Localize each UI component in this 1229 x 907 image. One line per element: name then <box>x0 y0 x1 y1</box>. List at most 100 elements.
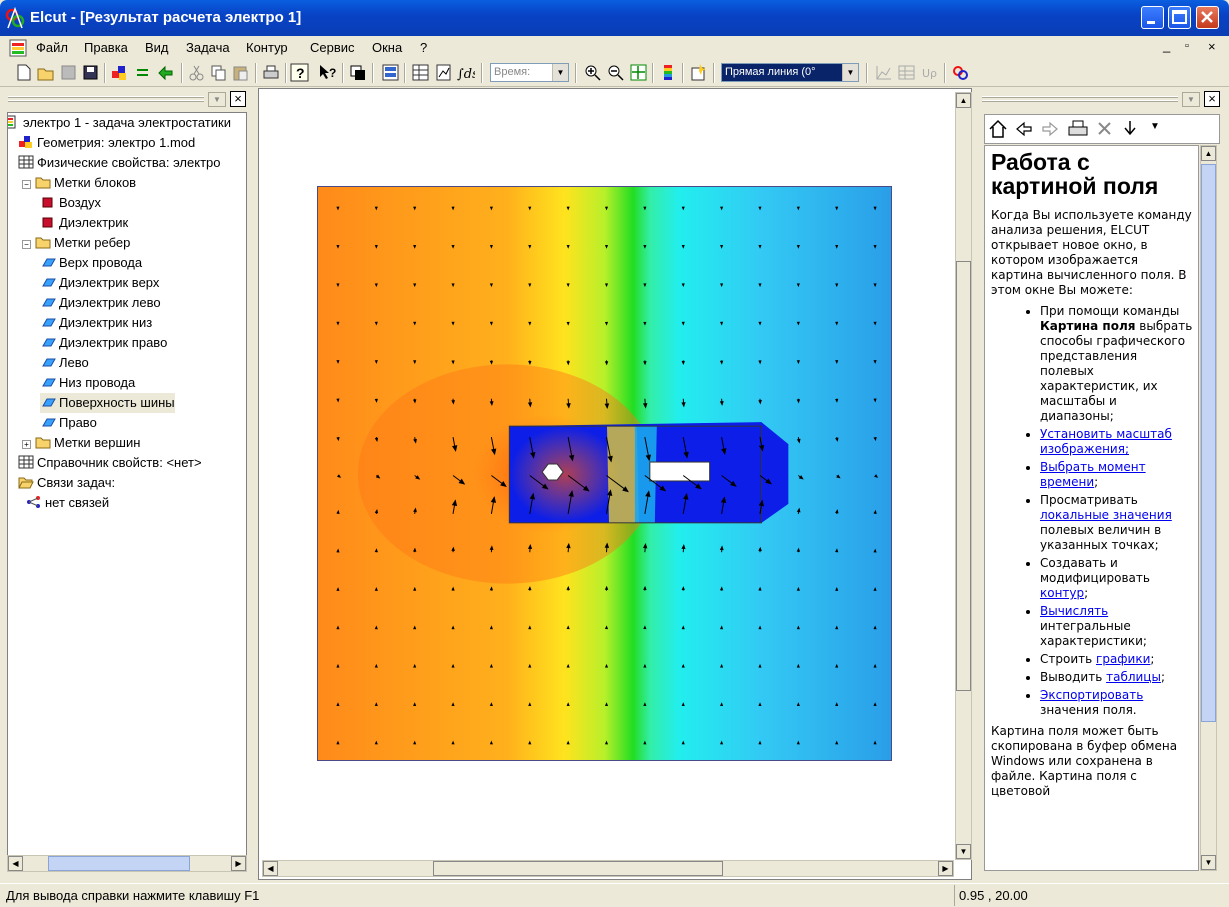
scroll-left-arrow[interactable]: ◀ <box>263 861 278 876</box>
tree-toggle-icon[interactable]: + <box>22 440 31 449</box>
tree-item[interactable]: Диэлектрик низ <box>40 313 152 333</box>
menu-view[interactable]: Вид <box>145 40 169 55</box>
table-icon[interactable] <box>411 63 430 82</box>
paste-icon[interactable] <box>231 63 250 82</box>
mdi-minimize-button[interactable]: _ <box>1163 38 1170 53</box>
tree-item[interactable]: − Метки ребер <box>22 233 130 253</box>
add-contour-icon[interactable] <box>689 63 708 82</box>
tree-item[interactable]: Диэлектрик <box>40 213 128 233</box>
help-icon[interactable]: ? <box>290 63 309 82</box>
help-link[interactable]: Установить масштаб изображения; <box>1040 427 1172 456</box>
chevron-down-icon[interactable]: ▼ <box>552 64 568 81</box>
panel-menu-button[interactable]: ▼ <box>1182 92 1200 107</box>
scroll-left-arrow[interactable]: ◀ <box>8 856 23 871</box>
scroll-up-arrow[interactable]: ▲ <box>1201 146 1216 161</box>
tree-item[interactable]: Воздух <box>40 193 101 213</box>
tree-item[interactable]: Геометрия: электро 1.mod <box>18 133 195 153</box>
tree-item[interactable]: нет связей <box>26 493 109 513</box>
help-link[interactable]: Экспортировать <box>1040 688 1143 702</box>
windows-icon[interactable] <box>348 63 367 82</box>
plot-icon[interactable] <box>434 63 453 82</box>
scroll-thumb[interactable] <box>48 856 190 871</box>
open-folder-icon[interactable] <box>36 63 55 82</box>
chevron-down-icon[interactable]: ▼ <box>1150 121 1160 132</box>
menu-windows[interactable]: Окна <box>372 40 402 55</box>
maximize-button[interactable] <box>1168 6 1191 29</box>
scroll-right-arrow[interactable]: ▶ <box>231 856 246 871</box>
menu-problem[interactable]: Задача <box>186 40 230 55</box>
tree-horizontal-scrollbar[interactable]: ◀ ▶ <box>7 855 247 872</box>
color-map-icon[interactable] <box>659 63 678 82</box>
back-icon[interactable] <box>1015 119 1033 139</box>
minimize-button[interactable] <box>1141 6 1164 29</box>
panel-close-button[interactable]: × <box>1204 91 1220 107</box>
stop-icon[interactable] <box>1096 119 1114 139</box>
print-icon[interactable] <box>1067 119 1089 139</box>
time-select[interactable]: Время: ▼ <box>490 63 569 82</box>
scroll-up-arrow[interactable]: ▲ <box>956 93 971 108</box>
view-vertical-scrollbar[interactable]: ▲ ▼ <box>955 92 972 860</box>
tree-item[interactable]: электро 1 - задача электростатики <box>8 113 231 133</box>
tree-item[interactable]: + Метки вершин <box>22 433 140 453</box>
elcut-logo-icon[interactable] <box>5 7 25 29</box>
tree-item[interactable]: Лево <box>40 353 89 373</box>
download-icon[interactable] <box>1121 119 1139 139</box>
menu-contour[interactable]: Контур <box>246 40 288 55</box>
tree-item[interactable]: Низ провода <box>40 373 135 393</box>
view-horizontal-scrollbar[interactable]: ◀ ▶ <box>262 860 954 877</box>
integral-disabled-icon[interactable]: Uρ <box>921 63 940 82</box>
help-link[interactable]: Вычислять <box>1040 604 1108 618</box>
menu-edit[interactable]: Правка <box>84 40 128 55</box>
help-link[interactable]: таблицы <box>1106 670 1161 684</box>
context-help-icon[interactable]: ? <box>318 63 337 82</box>
elcut-help-icon[interactable] <box>951 63 970 82</box>
field-picture-icon[interactable] <box>381 63 400 82</box>
scroll-right-arrow[interactable]: ▶ <box>938 861 953 876</box>
tree-item[interactable]: Диэлектрик лево <box>40 293 161 313</box>
cut-icon[interactable] <box>187 63 206 82</box>
tree-toggle-icon[interactable]: − <box>22 180 31 189</box>
help-link[interactable]: Выбрать момент времени <box>1040 460 1146 489</box>
zoom-out-icon[interactable] <box>606 63 625 82</box>
scroll-down-arrow[interactable]: ▼ <box>956 844 971 859</box>
plot-disabled-icon[interactable] <box>874 63 893 82</box>
field-picture[interactable] <box>317 186 892 761</box>
save-disabled-icon[interactable] <box>59 63 78 82</box>
tree-item[interactable]: Физические свойства: электро <box>18 153 221 173</box>
tree-item[interactable]: Поверхность шины <box>40 393 175 413</box>
field-view[interactable]: ▲ ▼ ◀ ▶ <box>258 88 972 880</box>
print-icon[interactable] <box>261 63 280 82</box>
new-file-icon[interactable] <box>14 63 33 82</box>
tree-item[interactable]: Диэлектрик верх <box>40 273 159 293</box>
tree-item[interactable]: Верх провода <box>40 253 142 273</box>
tree-item[interactable]: − Метки блоков <box>22 173 136 193</box>
menu-service[interactable]: Сервис <box>310 40 355 55</box>
panel-close-button[interactable]: × <box>230 91 246 107</box>
solve-icon[interactable] <box>156 63 175 82</box>
mdi-close-button[interactable]: × <box>1208 39 1216 54</box>
help-link[interactable]: локальные значения <box>1040 508 1172 522</box>
integral-icon[interactable]: ∫ds <box>456 63 475 82</box>
zoom-fit-icon[interactable] <box>629 63 648 82</box>
scroll-thumb[interactable] <box>1201 164 1216 722</box>
tree-item[interactable]: Связи задач: <box>18 473 115 493</box>
document-icon[interactable] <box>9 39 27 57</box>
tree-item[interactable]: Диэлектрик право <box>40 333 167 353</box>
menu-help[interactable]: ? <box>420 40 427 55</box>
contour-mode-select[interactable]: Прямая линия (0° ▼ <box>721 63 859 82</box>
scroll-thumb[interactable] <box>433 861 723 876</box>
mdi-restore-button[interactable]: ▫ <box>1185 40 1189 52</box>
geometry-tool-icon[interactable] <box>110 63 129 82</box>
help-link[interactable]: контур <box>1040 586 1084 600</box>
help-link[interactable]: графики <box>1096 652 1150 666</box>
scroll-thumb[interactable] <box>956 261 971 691</box>
tree-item[interactable]: Право <box>40 413 97 433</box>
chevron-down-icon[interactable]: ▼ <box>842 64 858 81</box>
table-disabled-icon[interactable] <box>897 63 916 82</box>
save-all-icon[interactable] <box>81 63 100 82</box>
menu-file[interactable]: Файл <box>36 40 68 55</box>
close-button[interactable] <box>1196 6 1219 29</box>
tree-item[interactable]: Справочник свойств: <нет> <box>18 453 202 473</box>
tree-toggle-icon[interactable]: − <box>22 240 31 249</box>
scroll-down-arrow[interactable]: ▼ <box>1201 855 1216 870</box>
